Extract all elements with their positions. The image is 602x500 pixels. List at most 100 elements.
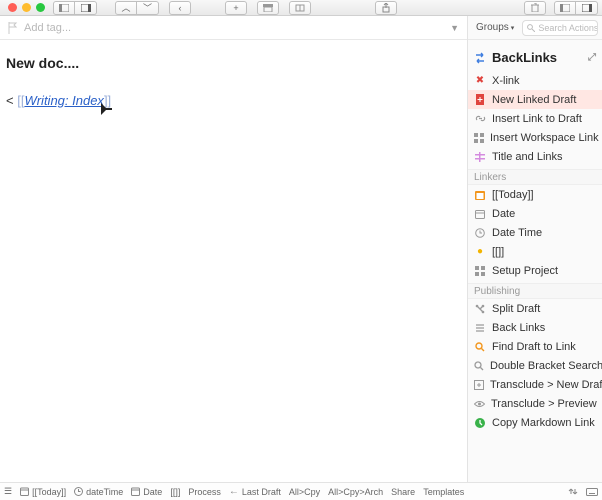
action-date-time[interactable]: Date Time [468,223,602,242]
section-linkers: Linkers [468,169,602,185]
action-transclude-preview[interactable]: Transclude > Preview [468,394,602,413]
bb-keyboard-icon[interactable] [586,488,598,496]
action-label: Copy Markdown Link [492,417,595,429]
bb-all-cpy-arch[interactable]: All>Cpy>Arch [328,487,383,497]
minimize-window-button[interactable] [22,3,31,12]
bb-datetime[interactable]: dateTime [74,487,123,497]
groups-label: Groups [476,22,509,33]
flag-icon[interactable] [8,22,18,34]
bb-label: Share [391,487,415,497]
bb-all-cpy[interactable]: All>Cpy [289,487,320,497]
action-label: Transclude > New Draft [490,379,602,391]
document-body[interactable]: New doc.... < [[Writing: Index]] [0,40,467,124]
main-split: Add tag... ▼ New doc.... < [[Writing: In… [0,16,602,482]
show-right-panel-icon[interactable] [75,1,97,15]
action-label: Insert Link to Draft [492,113,582,125]
bb-label: [[]] [170,487,180,497]
action-double-bracket-search[interactable]: Double Bracket Search [468,356,602,375]
bb-label: All>Cpy>Arch [328,487,383,497]
calendar-icon [474,189,486,201]
groups-caret-icon: ▾ [511,24,515,32]
action-title-and-links[interactable]: Title and Links [468,147,602,166]
transclude-new-icon [474,379,484,391]
split-icon [474,303,486,315]
action-brackets[interactable]: ● [[]] [468,242,602,261]
sidebar-toggle-group [53,1,97,15]
setup-grid-icon [474,265,486,277]
chevron-down-icon[interactable]: ﹀ [137,1,159,15]
bb-label: Last Draft [242,487,281,497]
section-publishing: Publishing [468,283,602,299]
action-label: X-link [492,75,520,87]
wikilink-text[interactable]: Writing: Index [24,93,103,108]
action-label: Date Time [492,227,542,239]
show-left-panel-icon[interactable] [53,1,75,15]
archive-button[interactable] [257,1,279,15]
backlinks-swap-icon [474,52,486,64]
action-split-draft[interactable]: Split Draft [468,299,602,318]
bb-last-draft[interactable]: ← Last Draft [229,486,281,497]
action-insert-link-to-draft[interactable]: Insert Link to Draft [468,109,602,128]
zoom-window-button[interactable] [36,3,45,12]
expand-icon[interactable]: ⤢ [588,52,596,63]
panel-right-icon[interactable] [576,1,598,15]
bb-label: dateTime [86,487,123,497]
bb-label: Process [188,487,221,497]
chevron-up-icon[interactable]: ︿ [115,1,137,15]
link-mode-button[interactable] [289,1,311,15]
action-date[interactable]: Date [468,204,602,223]
search-icon [527,24,535,32]
action-insert-workspace-link[interactable]: Insert Workspace Link [468,128,602,147]
action-label: Double Bracket Search [490,360,602,372]
document-line: < [[Writing: Index]] [6,90,461,112]
action-copy-markdown-link[interactable]: Copy Markdown Link [468,413,602,432]
panel-toggle-group-2 [554,1,598,15]
bb-arrange-icon[interactable] [568,487,578,496]
trash-button[interactable] [524,1,546,15]
groups-dropdown[interactable]: Groups ▾ [472,21,518,34]
bb-process[interactable]: Process [188,487,221,497]
text-cursor-icon [101,103,111,115]
calendar-outline-icon [474,208,486,220]
action-find-draft-to-link[interactable]: Find Draft to Link [468,337,602,356]
arrow-left-icon: ← [229,486,239,497]
action-transclude-new[interactable]: Transclude > New Draft [468,375,602,394]
calendar-icon [131,487,140,496]
action-today[interactable]: [[Today]] [468,185,602,204]
action-label: Title and Links [492,151,563,163]
line-prefix: < [6,93,17,108]
actions-search-input[interactable]: Search Actions [522,20,598,36]
toolbar-right-group [524,1,598,15]
backlinks-list-icon [474,322,486,334]
action-label: Split Draft [492,303,540,315]
document-title: New doc.... [6,52,461,76]
bb-templates[interactable]: Templates [423,487,464,497]
bottom-action-bar: ☰ [[Today]] dateTime Date [[]] Process ←… [0,482,602,500]
action-x-link[interactable]: ✖ X-link [468,71,602,90]
share-button[interactable] [375,1,397,15]
action-new-linked-draft[interactable]: New Linked Draft [468,90,602,109]
bb-date[interactable]: Date [131,487,162,497]
action-label: [[]] [492,246,504,258]
action-label: Find Draft to Link [492,341,576,353]
action-label: Back Links [492,322,545,334]
close-window-button[interactable] [8,3,17,12]
bb-drag-icon[interactable]: ☰ [4,486,12,497]
tag-bar[interactable]: Add tag... ▼ [0,16,467,40]
action-back-links[interactable]: Back Links [468,318,602,337]
editor-pane: Add tag... ▼ New doc.... < [[Writing: In… [0,16,467,482]
link-icon [474,113,486,125]
back-button[interactable]: ‹ [169,1,191,15]
panel-left-icon[interactable] [554,1,576,15]
action-label: New Linked Draft [492,94,576,106]
new-draft-button[interactable]: + [225,1,247,15]
bb-today[interactable]: [[Today]] [20,487,66,497]
tag-dropdown-caret-icon[interactable]: ▼ [450,23,459,33]
bb-share[interactable]: Share [391,487,415,497]
actions-panel: Groups ▾ Search Actions BackLinks ⤢ ✖ X-… [467,16,602,482]
eye-icon [474,398,485,410]
action-setup-project[interactable]: Setup Project [468,261,602,280]
bb-brackets[interactable]: [[]] [170,487,180,497]
action-label: Insert Workspace Link [490,132,599,144]
clock-icon [474,227,486,239]
